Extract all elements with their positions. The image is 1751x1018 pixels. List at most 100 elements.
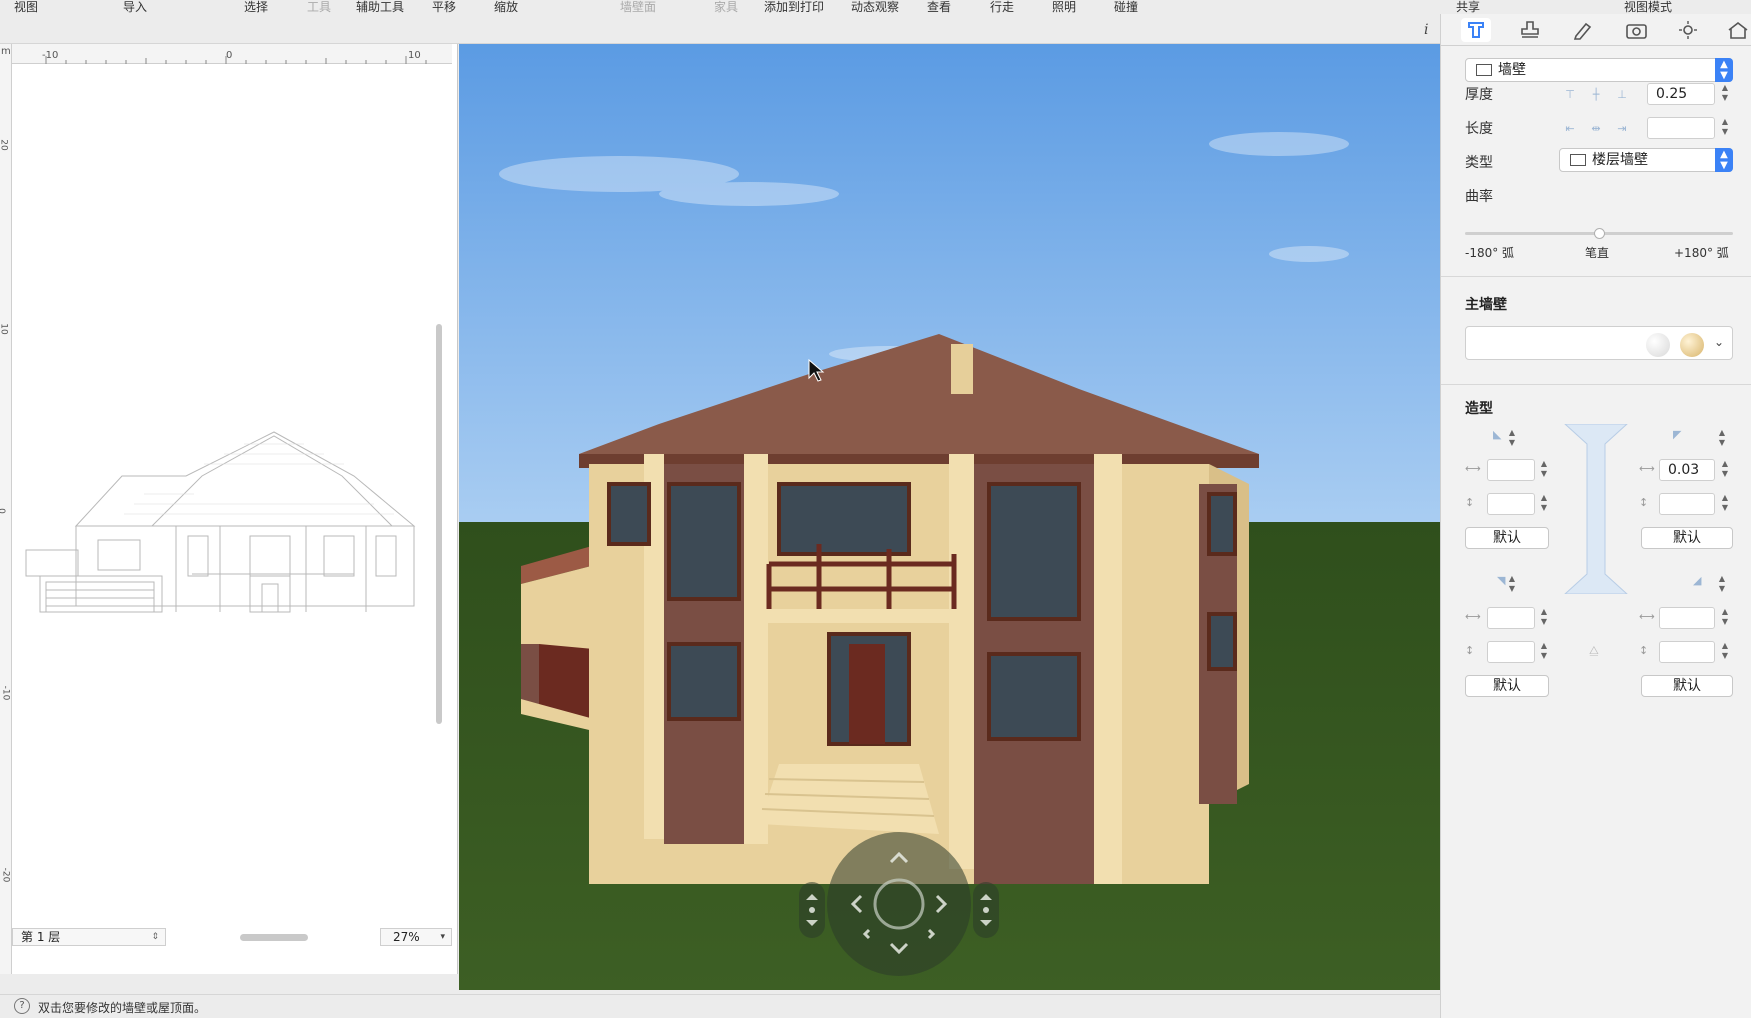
profile-top-right-height[interactable] bbox=[1659, 493, 1715, 515]
profile-top-right-width[interactable]: 0.03 bbox=[1659, 459, 1715, 481]
pencil-icon[interactable] bbox=[1567, 18, 1597, 42]
align-left-icon[interactable]: ⇤ bbox=[1559, 120, 1581, 138]
vertical-ruler: 20 10 0 -10 -20 bbox=[0, 44, 12, 974]
thickness-stepper[interactable]: ▲ ▼ bbox=[1720, 83, 1730, 105]
toolbar-aux-tools[interactable]: 辅助工具 bbox=[356, 0, 404, 15]
profile-bottom-left-width[interactable] bbox=[1487, 607, 1535, 629]
align-top-icon[interactable]: ⊤ bbox=[1559, 86, 1581, 104]
width-icon: ⟷ bbox=[1465, 610, 1481, 623]
stamp-icon[interactable] bbox=[1515, 18, 1545, 42]
height-icon: ↕ bbox=[1639, 496, 1649, 509]
profile-bottom-left-toggle[interactable]: ▲ ▼ bbox=[1507, 574, 1517, 596]
main-wall-section-title: 主墙壁 bbox=[1465, 297, 1507, 313]
wall-profile-diagram bbox=[1564, 424, 1628, 594]
plan-vertical-scrollbar[interactable] bbox=[436, 324, 442, 724]
toolbar-orbit[interactable]: 动态观察 bbox=[851, 0, 899, 15]
sun-icon[interactable] bbox=[1673, 18, 1703, 42]
profile-section-title: 造型 bbox=[1465, 401, 1493, 417]
profile-top-left-height[interactable] bbox=[1487, 493, 1535, 515]
wall-type-value: 楼层墙壁 bbox=[1592, 152, 1648, 168]
help-icon[interactable]: ? bbox=[14, 998, 30, 1014]
floor-plan-view[interactable]: 20 10 0 -10 -20 m -10 0 10 bbox=[0, 44, 458, 974]
stepper[interactable]: ▲ ▼ bbox=[1720, 493, 1730, 515]
length-stepper[interactable]: ▲ ▼ bbox=[1720, 117, 1730, 139]
chevron-down-icon[interactable]: ⌄ bbox=[1714, 335, 1724, 349]
default-button[interactable]: 默认 bbox=[1641, 527, 1733, 549]
length-input[interactable] bbox=[1647, 117, 1715, 139]
thickness-input[interactable]: 0.25 bbox=[1647, 83, 1715, 105]
profile-bottom-right-toggle[interactable]: ▲ ▼ bbox=[1717, 574, 1727, 596]
toolbar-collision[interactable]: 碰撞 bbox=[1114, 0, 1138, 15]
profile-bottom-left-height[interactable] bbox=[1487, 641, 1535, 663]
divider bbox=[1441, 276, 1751, 277]
curvature-slider[interactable] bbox=[1465, 228, 1733, 239]
toolbar-tools[interactable]: 工具 bbox=[307, 0, 331, 15]
profile-top-right-toggle[interactable]: ▲ ▼ bbox=[1717, 428, 1727, 450]
plan-horizontal-scrollbar[interactable] bbox=[240, 934, 308, 941]
stepper[interactable]: ▲ ▼ bbox=[1539, 607, 1549, 629]
ruler-v-tick: -20 bbox=[0, 867, 11, 883]
align-center-icon[interactable]: ┼ bbox=[1585, 86, 1607, 104]
camera-icon[interactable] bbox=[1621, 18, 1651, 42]
house-icon[interactable] bbox=[1723, 18, 1751, 42]
mirror-icon[interactable]: ⧋ bbox=[1589, 644, 1599, 658]
toolbar-select[interactable]: 选择 bbox=[244, 0, 268, 15]
3d-house-render[interactable] bbox=[459, 44, 1440, 990]
profile-top-left-toggle[interactable]: ▲ ▼ bbox=[1507, 428, 1517, 450]
toolbar-lighting[interactable]: 照明 bbox=[1052, 0, 1076, 15]
stepper[interactable]: ▲ ▼ bbox=[1720, 641, 1730, 663]
stepper[interactable]: ▲ ▼ bbox=[1539, 459, 1549, 481]
default-button[interactable]: 默认 bbox=[1465, 527, 1549, 549]
toolbar-import[interactable]: 导入 bbox=[123, 0, 147, 15]
material-picker[interactable]: ⌄ bbox=[1465, 326, 1733, 360]
object-type-select[interactable]: 墙壁 ▲ ▼ bbox=[1465, 58, 1733, 82]
stepper[interactable]: ▲ ▼ bbox=[1720, 607, 1730, 629]
material-swatch-beige[interactable] bbox=[1680, 333, 1704, 357]
horizontal-ruler: m -10 0 10 bbox=[1, 44, 452, 64]
view-header: i bbox=[0, 14, 1440, 44]
default-button[interactable]: 默认 bbox=[1465, 675, 1549, 697]
wall-tool-icon[interactable] bbox=[1461, 18, 1491, 42]
align-middle-icon[interactable]: ⇹ bbox=[1585, 120, 1607, 138]
chevron-down-icon: ▾ bbox=[440, 932, 445, 942]
zoom-selector[interactable]: 27% ▾ bbox=[380, 928, 452, 946]
info-icon[interactable]: i bbox=[1424, 22, 1428, 38]
main-toolbar: 视图 导入 选择 工具 辅助工具 平移 缩放 墙壁面 家具 添加到打印 动态观察… bbox=[0, 0, 1440, 14]
stepper[interactable]: ▲ ▼ bbox=[1539, 641, 1549, 663]
profile-bottom-right-width[interactable] bbox=[1659, 607, 1715, 629]
default-button[interactable]: 默认 bbox=[1641, 675, 1733, 697]
status-text: 双击您要修改的墙壁或屋顶面。 bbox=[38, 1001, 207, 1015]
toolbar-view[interactable]: 视图 bbox=[14, 0, 38, 15]
toolbar-add-to-print[interactable]: 添加到打印 bbox=[764, 0, 824, 15]
toolbar-zoom[interactable]: 缩放 bbox=[494, 0, 518, 15]
align-right-icon[interactable]: ⇥ bbox=[1611, 120, 1633, 138]
slider-knob[interactable] bbox=[1594, 228, 1605, 239]
floor-selector-label: 第 1 层 bbox=[21, 930, 61, 944]
floor-selector[interactable]: 第 1 层 ⇕ bbox=[12, 928, 166, 946]
panel-tabs bbox=[1441, 14, 1751, 46]
stepper[interactable]: ▲ ▼ bbox=[1539, 493, 1549, 515]
profile-top-left-icon: ◣ bbox=[1493, 428, 1502, 441]
toolbar-view-mode[interactable]: 视图模式 bbox=[1624, 0, 1672, 15]
toolbar-pan[interactable]: 平移 bbox=[432, 0, 456, 15]
toolbar-walk[interactable]: 行走 bbox=[990, 0, 1014, 15]
profile-bottom-right-height[interactable] bbox=[1659, 641, 1715, 663]
profile-bottom-right-icon: ◢ bbox=[1693, 574, 1702, 587]
align-bottom-icon[interactable]: ⊥ bbox=[1611, 86, 1633, 104]
object-type-value: 墙壁 bbox=[1498, 62, 1526, 78]
length-label: 长度 bbox=[1465, 121, 1493, 137]
3d-view[interactable] bbox=[459, 44, 1440, 990]
toolbar-look[interactable]: 查看 bbox=[927, 0, 951, 15]
toolbar-wall-face[interactable]: 墙壁面 bbox=[620, 0, 656, 15]
house-elevation-drawing[interactable] bbox=[24, 414, 424, 614]
profile-top-left-width[interactable] bbox=[1487, 459, 1535, 481]
material-swatch-white[interactable] bbox=[1646, 333, 1670, 357]
ruler-unit: m bbox=[1, 46, 11, 57]
stepper[interactable]: ▲ ▼ bbox=[1720, 459, 1730, 481]
ruler-h-tick: 0 bbox=[226, 50, 233, 61]
curve-right-label: +180° 弧 bbox=[1674, 246, 1729, 260]
wall-type-select[interactable]: 楼层墙壁 ▲ ▼ bbox=[1559, 148, 1733, 172]
plan-bottom-bar: 第 1 层 ⇕ 27% ▾ bbox=[0, 928, 458, 974]
toolbar-furniture[interactable]: 家具 bbox=[714, 0, 738, 15]
toolbar-share[interactable]: 共享 bbox=[1456, 0, 1480, 15]
